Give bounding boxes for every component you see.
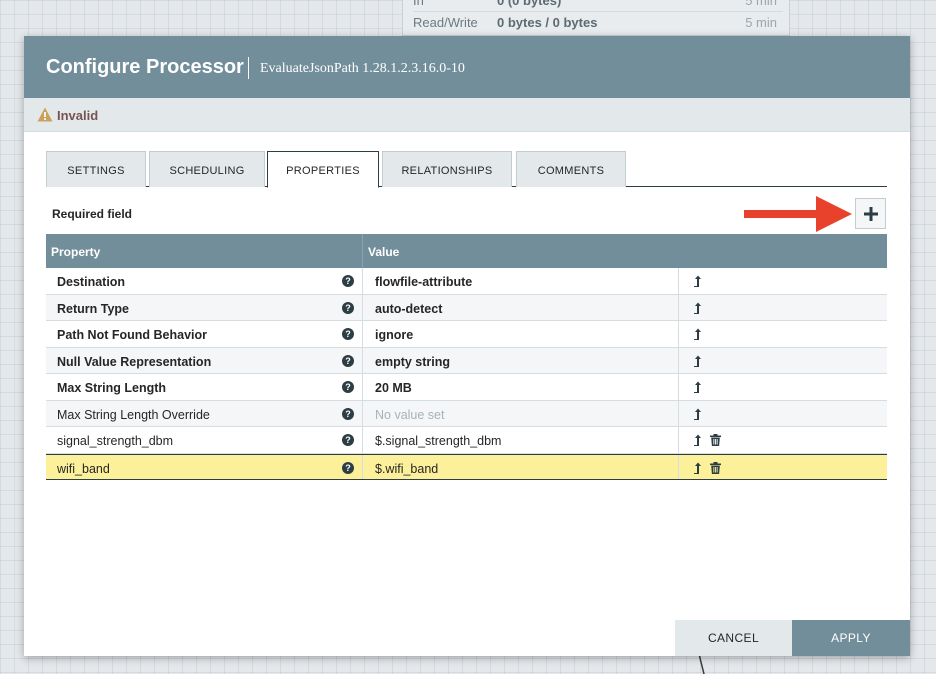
apply-button[interactable]: APPLY	[792, 620, 910, 656]
column-header-property: Property	[51, 245, 101, 259]
annotation-arrow	[744, 196, 852, 232]
help-icon[interactable]: ?	[342, 461, 354, 474]
header-divider	[248, 57, 249, 79]
help-icon[interactable]: ?	[342, 275, 354, 287]
property-value[interactable]: flowfile-attribute	[375, 275, 472, 289]
goto-icon[interactable]	[693, 275, 702, 287]
validation-status-bar: Invalid	[24, 98, 910, 132]
warning-icon	[37, 107, 53, 122]
help-icon[interactable]: ?	[342, 301, 354, 314]
tab-bar: SETTINGS SCHEDULING PROPERTIES RELATIONS…	[46, 151, 887, 188]
goto-icon[interactable]	[693, 302, 702, 314]
property-value[interactable]: auto-detect	[375, 302, 442, 316]
tab-relationships[interactable]: RELATIONSHIPS	[382, 151, 512, 187]
property-value[interactable]: $.signal_strength_dbm	[375, 434, 501, 448]
table-row[interactable]: signal_strength_dbm ? $.signal_strength_…	[46, 427, 887, 454]
tab-scheduling[interactable]: SCHEDULING	[149, 151, 265, 187]
properties-table: Property Value Destination ? flowfile-at…	[46, 234, 887, 480]
stats-label: In	[413, 0, 424, 8]
table-row[interactable]: Destination ? flowfile-attribute	[46, 268, 887, 295]
stats-time: 5 min	[745, 0, 777, 8]
goto-icon[interactable]	[693, 462, 702, 474]
add-property-button[interactable]	[855, 198, 886, 229]
stats-time: 5 min	[745, 15, 777, 30]
help-icon[interactable]: ?	[342, 354, 354, 367]
configure-processor-dialog: Configure Processor EvaluateJsonPath 1.2…	[24, 36, 910, 656]
table-row[interactable]: Max String Length ? 20 MB	[46, 374, 887, 401]
stats-row-read-write: Read/Write 0 bytes / 0 bytes 5 min	[413, 11, 783, 33]
stats-value: 0 (0 bytes)	[497, 0, 562, 8]
delete-icon[interactable]	[710, 434, 721, 446]
tab-settings[interactable]: SETTINGS	[46, 151, 146, 187]
processor-type-label: EvaluateJsonPath 1.28.1.2.3.16.0-10	[260, 61, 465, 76]
cancel-button[interactable]: CANCEL	[675, 620, 792, 656]
goto-icon[interactable]	[693, 434, 702, 446]
property-name: Return Type	[57, 301, 129, 316]
status-text: Invalid	[57, 108, 99, 123]
property-value[interactable]: ignore	[375, 328, 413, 342]
property-name: Path Not Found Behavior	[57, 328, 207, 342]
table-row[interactable]: Null Value Representation ? empty string	[46, 347, 887, 374]
dialog-title: Configure Processor	[46, 56, 244, 78]
help-icon[interactable]: ?	[342, 328, 354, 340]
stats-value: 0 bytes / 0 bytes	[497, 15, 598, 30]
dialog-header: Configure Processor EvaluateJsonPath 1.2…	[24, 36, 910, 98]
table-header: Property Value	[46, 234, 887, 268]
property-value[interactable]: No value set	[375, 408, 444, 422]
delete-icon[interactable]	[710, 461, 721, 474]
required-field-label: Required field	[52, 207, 133, 221]
tab-comments[interactable]: COMMENTS	[516, 151, 626, 187]
goto-icon[interactable]	[693, 355, 702, 367]
table-row-selected[interactable]: wifi_band ? $.wifi_band	[46, 453, 887, 480]
goto-icon[interactable]	[693, 381, 702, 393]
help-icon[interactable]: ?	[342, 434, 354, 446]
stats-label: Read/Write	[413, 15, 478, 30]
background-processor-stats: In 0 (0 bytes) 5 min Read/Write 0 bytes …	[402, 0, 790, 36]
plus-icon	[864, 207, 878, 221]
property-name: Max String Length Override	[57, 407, 210, 422]
property-value[interactable]: empty string	[375, 355, 450, 369]
property-name: signal_strength_dbm	[57, 434, 174, 448]
property-value[interactable]: $.wifi_band	[375, 462, 438, 476]
table-row[interactable]: Return Type ? auto-detect	[46, 294, 887, 321]
property-name: wifi_band	[57, 461, 110, 476]
property-name: Destination	[57, 275, 126, 289]
table-row[interactable]: Path Not Found Behavior ? ignore	[46, 321, 887, 348]
property-name: Null Value Representation	[57, 354, 212, 369]
help-icon[interactable]: ?	[342, 407, 354, 420]
table-row[interactable]: Max String Length Override ? No value se…	[46, 400, 887, 427]
goto-icon[interactable]	[693, 328, 702, 340]
goto-icon[interactable]	[693, 408, 702, 420]
property-name: Max String Length	[57, 381, 167, 395]
property-value[interactable]: 20 MB	[375, 381, 412, 395]
column-header-value: Value	[368, 245, 400, 259]
help-icon[interactable]: ?	[342, 381, 354, 393]
tab-properties[interactable]: PROPERTIES	[267, 151, 379, 188]
